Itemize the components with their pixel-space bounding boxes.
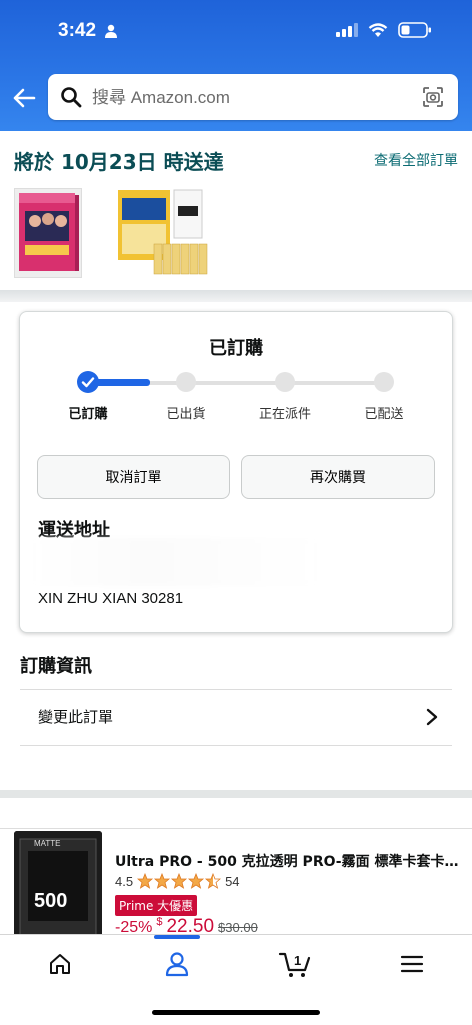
- order-info-title: 訂購資訊: [20, 656, 92, 677]
- step-dot-out-for-delivery: [275, 372, 295, 392]
- step-dot-shipped: [176, 372, 196, 392]
- step-label-shipped: 已出貨: [166, 407, 206, 422]
- user-icon: [165, 952, 189, 977]
- app-header: 3:42: [0, 0, 472, 131]
- section-divider: [0, 790, 472, 798]
- redacted-address: [30, 538, 320, 586]
- battery-icon: [398, 22, 431, 38]
- product-image[interactable]: MATTE 500: [14, 831, 102, 941]
- arrow-left-icon: [13, 88, 36, 108]
- sticker-pack-image[interactable]: [116, 188, 208, 278]
- home-indicator: [152, 1010, 320, 1015]
- search-bar[interactable]: [48, 74, 458, 120]
- buy-again-button[interactable]: 再次購買: [241, 455, 435, 499]
- change-order-row[interactable]: 變更此訂單: [20, 690, 452, 745]
- product-rating: 4.5 54: [115, 873, 240, 889]
- step-dot-delivered: [374, 372, 394, 392]
- home-icon: [50, 954, 70, 974]
- status-icons: [336, 22, 432, 38]
- list-price: $30.00: [218, 920, 258, 935]
- cart-count: 1: [294, 953, 301, 968]
- search-icon: [61, 87, 82, 108]
- cart-icon: 1: [278, 952, 311, 977]
- camera-scan-icon[interactable]: [422, 86, 444, 108]
- currency-symbol: $: [156, 916, 163, 928]
- star-rating-icon: [137, 873, 222, 889]
- step-label-out-for-delivery: 正在派件: [258, 407, 311, 422]
- delivery-title: 將於 10月23日 時送達: [14, 150, 224, 174]
- step-label-delivered: 已配送: [364, 407, 404, 422]
- rating-value: 4.5: [115, 873, 134, 889]
- tab-account[interactable]: [157, 948, 197, 980]
- section-divider: [0, 290, 472, 302]
- product-count-text: 500: [34, 890, 67, 912]
- shipping-address-line: XIN ZHU XIAN 30281: [38, 590, 184, 607]
- row-divider: [20, 745, 452, 746]
- order-status-title: 已訂購: [209, 338, 263, 359]
- tab-cart[interactable]: 1: [275, 948, 315, 980]
- check-icon: [81, 377, 95, 388]
- product-brand-text: MATTE: [34, 839, 61, 848]
- tab-menu[interactable]: [392, 948, 432, 980]
- trading-card-box-image[interactable]: [14, 188, 82, 278]
- view-all-orders-link[interactable]: 查看全部訂單: [374, 150, 458, 170]
- step-dot-ordered: [77, 371, 99, 393]
- menu-icon: [400, 955, 424, 973]
- signal-icon: [336, 23, 358, 37]
- tab-home[interactable]: [40, 948, 80, 980]
- status-time: 3:42: [58, 20, 97, 41]
- back-button[interactable]: [10, 84, 38, 112]
- step-label-ordered: 已訂購: [68, 407, 108, 422]
- active-tab-indicator: [154, 935, 200, 939]
- person-icon: [105, 24, 117, 38]
- cancel-order-button[interactable]: 取消訂單: [37, 455, 230, 499]
- chevron-right-icon: [426, 708, 438, 726]
- search-input[interactable]: [90, 82, 414, 114]
- change-order-label: 變更此訂單: [38, 708, 114, 726]
- product-title[interactable]: Ultra PRO - 500 克拉透明 PRO-霧面 標準卡套卡套,...: [115, 851, 460, 871]
- card-sleeve-pack-graphic: MATTE 500: [14, 831, 102, 941]
- review-count: 54: [225, 873, 240, 889]
- deal-badge: Prime 大優惠: [115, 895, 198, 916]
- wifi-icon: [368, 22, 388, 37]
